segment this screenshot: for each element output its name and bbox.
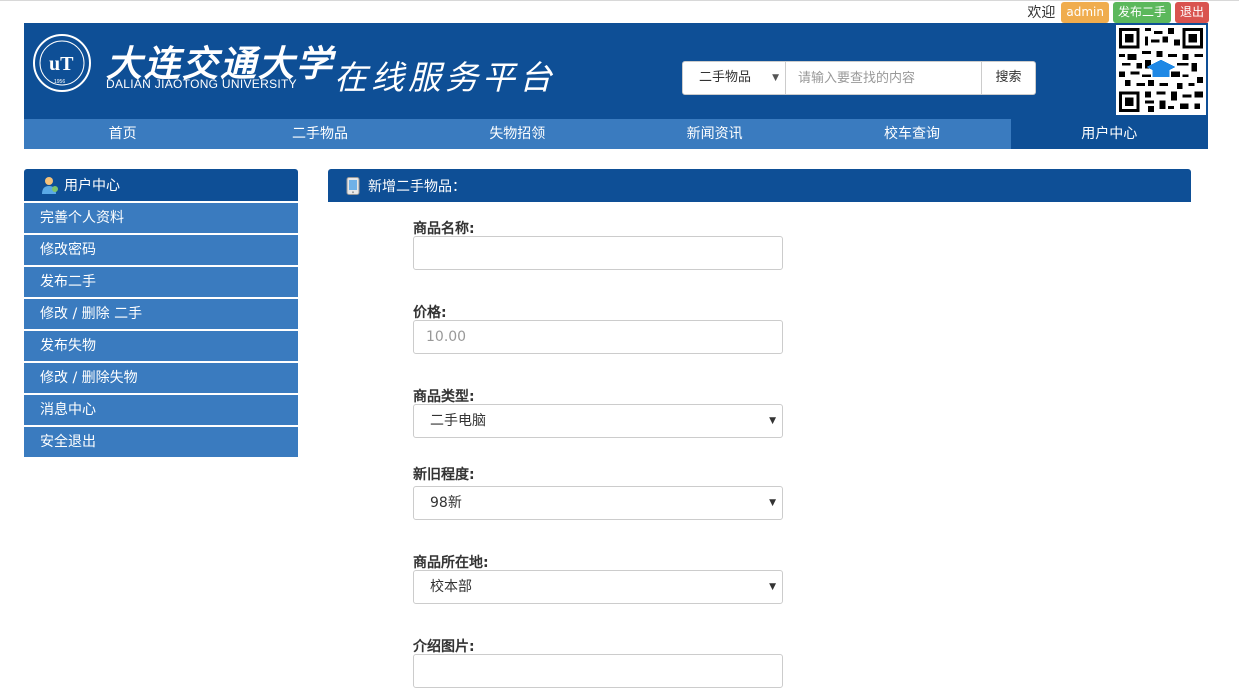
- university-seal-icon: uT 1956: [33, 34, 91, 92]
- nav-shuttle[interactable]: 校车查询: [813, 119, 1010, 149]
- image-upload-input[interactable]: [413, 654, 783, 688]
- nav-home[interactable]: 首页: [24, 119, 221, 149]
- post-secondhand-button[interactable]: 发布二手: [1112, 1, 1171, 23]
- type-select[interactable]: 二手电脑 ▼: [413, 404, 783, 438]
- price-label: 价格:: [413, 305, 447, 321]
- search-category-select[interactable]: 二手物品 ▼: [682, 61, 786, 95]
- search-button[interactable]: 搜索: [982, 61, 1036, 95]
- chevron-down-icon: ▼: [769, 416, 776, 426]
- sidebar-item-messages[interactable]: 消息中心: [24, 395, 298, 425]
- location-label: 商品所在地:: [413, 555, 489, 571]
- nav-lost-found[interactable]: 失物招领: [419, 119, 616, 149]
- sidebar-item-logout[interactable]: 安全退出: [24, 427, 298, 457]
- condition-value: 98新: [430, 495, 462, 511]
- qr-code-icon: [1116, 25, 1206, 115]
- site-header: uT 1956 大连交通大学 DALIAN JIAOTONG UNIVERSIT…: [24, 23, 1208, 119]
- type-label: 商品类型:: [413, 389, 475, 405]
- search-input[interactable]: [786, 61, 982, 95]
- user-icon: [42, 177, 58, 194]
- sidebar-item-edit-secondhand[interactable]: 修改 / 删除 二手: [24, 299, 298, 329]
- condition-select[interactable]: 98新 ▼: [413, 486, 783, 520]
- nav-news[interactable]: 新闻资讯: [616, 119, 813, 149]
- search-bar: 二手物品 ▼ 搜索: [682, 61, 1036, 95]
- username-link[interactable]: admin: [1061, 1, 1109, 23]
- sidebar-header: 用户中心: [24, 169, 298, 201]
- sidebar-item-profile[interactable]: 完善个人资料: [24, 203, 298, 233]
- location-value: 校本部: [430, 579, 472, 595]
- type-value: 二手电脑: [430, 413, 486, 429]
- nav-secondhand[interactable]: 二手物品: [221, 119, 418, 149]
- svg-text:uT: uT: [49, 53, 74, 75]
- sidebar-item-post-secondhand[interactable]: 发布二手: [24, 267, 298, 297]
- main-nav: 首页 二手物品 失物招领 新闻资讯 校车查询 用户中心: [24, 119, 1208, 149]
- name-label: 商品名称:: [413, 221, 475, 237]
- sidebar: 用户中心 完善个人资料 修改密码 发布二手 修改 / 删除 二手 发布失物 修改…: [24, 169, 298, 457]
- chevron-down-icon: ▼: [769, 582, 776, 592]
- image-label: 介绍图片:: [413, 639, 475, 655]
- chevron-down-icon: ▼: [769, 498, 776, 508]
- location-select[interactable]: 校本部 ▼: [413, 570, 783, 604]
- search-category-value: 二手物品: [699, 70, 752, 85]
- sidebar-item-password[interactable]: 修改密码: [24, 235, 298, 265]
- top-user-bar: 欢迎 admin 发布二手 退出: [1027, 1, 1209, 23]
- chevron-down-icon: ▼: [772, 73, 779, 83]
- panel-title: 新增二手物品：: [368, 178, 466, 195]
- price-placeholder: 10.00: [426, 329, 467, 345]
- logout-button[interactable]: 退出: [1174, 1, 1209, 23]
- name-input[interactable]: [413, 236, 783, 270]
- platform-title: 在线服务平台: [334, 58, 556, 97]
- sidebar-item-post-lost[interactable]: 发布失物: [24, 331, 298, 361]
- sidebar-title: 用户中心: [64, 178, 120, 194]
- welcome-text: 欢迎: [1027, 5, 1056, 21]
- phone-icon: [346, 176, 360, 195]
- nav-user-center[interactable]: 用户中心: [1010, 119, 1208, 149]
- university-name-en: DALIAN JIAOTONG UNIVERSITY: [106, 77, 297, 91]
- condition-label: 新旧程度:: [413, 467, 475, 483]
- panel-header: 新增二手物品：: [328, 169, 1191, 202]
- svg-text:1956: 1956: [54, 79, 65, 85]
- sidebar-item-edit-lost[interactable]: 修改 / 删除失物: [24, 363, 298, 393]
- price-input[interactable]: 10.00: [413, 320, 783, 354]
